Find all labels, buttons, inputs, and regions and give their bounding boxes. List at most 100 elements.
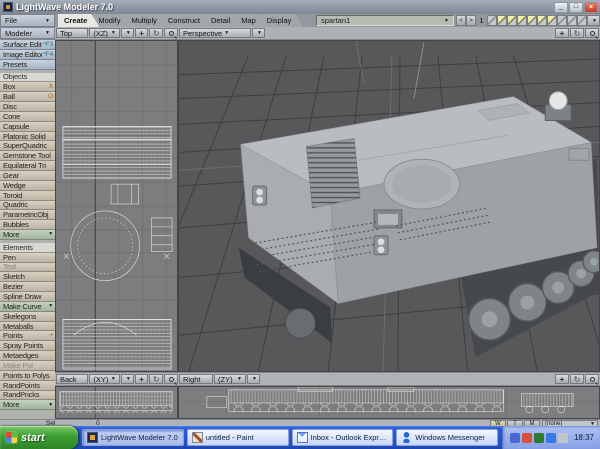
taskbar-task-untitled-paint[interactable]: untitled - Paint [186,429,289,446]
object-selector[interactable]: spartan1 ▼ [316,15,454,26]
app-icon [3,2,13,12]
tab-construct[interactable]: Construct [162,14,212,27]
close-button[interactable]: × [584,1,598,13]
viewport-perspective-canvas[interactable] [178,40,600,372]
sidebar-item-metaedges[interactable]: Metaedges [0,351,55,361]
layer-button-8[interactable] [557,15,567,26]
sidebar-item-platonic-solid[interactable]: Platonic Solid [0,131,55,142]
tray-icon-2[interactable] [521,432,532,443]
sidebar-item-label: Platonic Solid [3,131,46,141]
pan-icon[interactable]: + [134,28,149,38]
rotate-icon[interactable]: ↻ [149,28,164,38]
zoom-icon[interactable] [164,374,178,384]
sidebar-item-randpoints[interactable]: RandPoints [0,380,55,391]
sidebar-item-presets[interactable]: Presets [0,59,55,70]
shortcut-label: ^F3 [42,40,53,48]
sidebar-item-points-to-polys[interactable]: Points to Polys [0,370,55,381]
sidebar-item-bubbles[interactable]: Bubbles [0,220,55,231]
viewport-back-menu-button[interactable]: ▼ [120,374,134,384]
sidebar-item-parametricobj[interactable]: ParametricObj [0,210,55,221]
viewport-top-menu-button[interactable]: ▼ [120,28,134,38]
sidebar-item-pen[interactable]: Pen [0,252,55,263]
taskbar-task-windows-messenger[interactable]: Windows Messenger [396,429,498,446]
zoom-icon[interactable] [585,374,599,384]
sidebar-item-disc[interactable]: Disc [0,102,55,112]
sidebar-item-sketch[interactable]: Sketch [0,272,55,283]
pan-icon[interactable]: + [555,28,569,38]
taskbar-task-inbox-outlook-express[interactable]: Inbox - Outlook Express [291,429,394,446]
viewport-right-axis-selector[interactable]: (ZY) ▼ [214,374,246,384]
sidebar-item-image-editor[interactable]: Image Editor ^F4 [0,49,55,60]
sidebar-item-toroid[interactable]: Toroid [0,190,55,201]
viewport-perspective-type-selector[interactable]: Perspective ▼ [179,28,251,38]
rotate-icon[interactable]: ↻ [570,28,584,38]
file-menu-button[interactable]: File ▼ [0,14,55,27]
viewport-back-label-button[interactable]: Back [56,374,89,384]
sidebar-item-wedge[interactable]: Wedge [0,180,55,191]
layer-button-9[interactable] [567,15,577,26]
sidebar-item-points[interactable]: Points + [0,331,55,342]
sidebar-item-label: Wedge [3,180,26,190]
pan-icon[interactable]: + [555,374,569,384]
maximize-button[interactable]: □ [569,1,583,13]
zoom-icon[interactable] [164,28,178,38]
layer-button-1[interactable] [487,15,497,26]
sidebar-item-randpricks[interactable]: RandPricks [0,390,55,401]
prev-layer-bank-button[interactable]: < [456,15,466,26]
viewport-perspective-menu-button[interactable]: ▼ [252,28,265,38]
rotate-icon[interactable]: ↻ [149,374,164,384]
layer-button-3[interactable] [507,15,517,26]
taskbar-task-lightwave-modeler-7-0[interactable]: LightWave Modeler 7.0 [82,429,184,446]
taskbar-task-label: Inbox - Outlook Express [310,433,389,442]
layer-button-6[interactable] [537,15,547,26]
layer-button-2[interactable] [497,15,507,26]
zoom-icon[interactable] [585,28,599,38]
start-button[interactable]: start [0,426,78,449]
rotate-icon[interactable]: ↻ [570,374,584,384]
tab-display[interactable]: Display [261,14,304,27]
sidebar-item-more[interactable]: More ▼ [0,400,55,411]
chevron-down-icon: ▼ [110,376,116,382]
tray-icon-1[interactable] [509,432,520,443]
viewport-right-label-button[interactable]: Right [179,374,213,384]
modeler-menu-button[interactable]: Modeler ▼ [0,27,55,39]
sidebar-item-bezier[interactable]: Bezier [0,282,55,293]
sidebar-item-cone[interactable]: Cone [0,111,55,122]
sidebar-item-quadric[interactable]: Quadric [0,200,55,211]
tray-icon-5[interactable] [557,432,568,443]
sidebar-item-metaballs[interactable]: Metaballs [0,321,55,332]
viewport-back-axis-selector[interactable]: (XY) ▼ [89,374,120,384]
viewport-back-canvas[interactable] [55,386,178,419]
viewport-top-label-button[interactable]: Top [56,28,89,38]
minimize-button[interactable]: _ [554,1,568,13]
viewport-right-canvas[interactable] [178,386,600,419]
chevron-down-icon: ▼ [125,30,131,36]
next-layer-bank-button[interactable]: > [466,15,476,26]
sidebar-item-more[interactable]: More ▼ [0,230,55,240]
sidebar-item-make-curve[interactable]: Make Curve ▼ [0,301,55,312]
sidebar-item-skelegons[interactable]: Skelegons [0,311,55,322]
sidebar-item-spray-points[interactable]: Spray Points [0,341,55,352]
sidebar-item-equilateral-tri[interactable]: Equilateral Tri [0,161,55,171]
sidebar-item-box[interactable]: Box X [0,82,55,93]
viewport-back-axis-label: (XY) [93,374,109,384]
sidebar-item-ball[interactable]: Ball O [0,92,55,103]
sidebar-item-surface-editor[interactable]: Surface Editor^F3 [0,40,55,50]
viewport-right-menu-button[interactable]: ▼ [247,374,260,384]
viewport-top-canvas[interactable] [55,40,178,372]
sidebar-item-gear[interactable]: Gear [0,170,55,181]
tray-icon-3[interactable] [533,432,544,443]
viewport-top-axis-selector[interactable]: (XZ) ▼ [89,28,120,38]
sidebar-item-label: Surface Editor [3,40,42,49]
sidebar-item-gemstone-tool[interactable]: Gemstone Tool [0,151,55,162]
layer-options-button[interactable]: ▼ [587,15,600,26]
sidebar-item-capsule[interactable]: Capsule [0,121,55,132]
tray-icon-4[interactable] [545,432,556,443]
layer-button-10[interactable] [577,15,587,26]
layer-button-7[interactable] [547,15,557,26]
layer-button-4[interactable] [517,15,527,26]
sidebar-item-superquadric[interactable]: SuperQuadric [0,141,55,152]
pan-icon[interactable]: + [134,374,149,384]
sidebar-item-spline-draw[interactable]: Spline Draw [0,292,55,302]
layer-button-5[interactable] [527,15,537,26]
